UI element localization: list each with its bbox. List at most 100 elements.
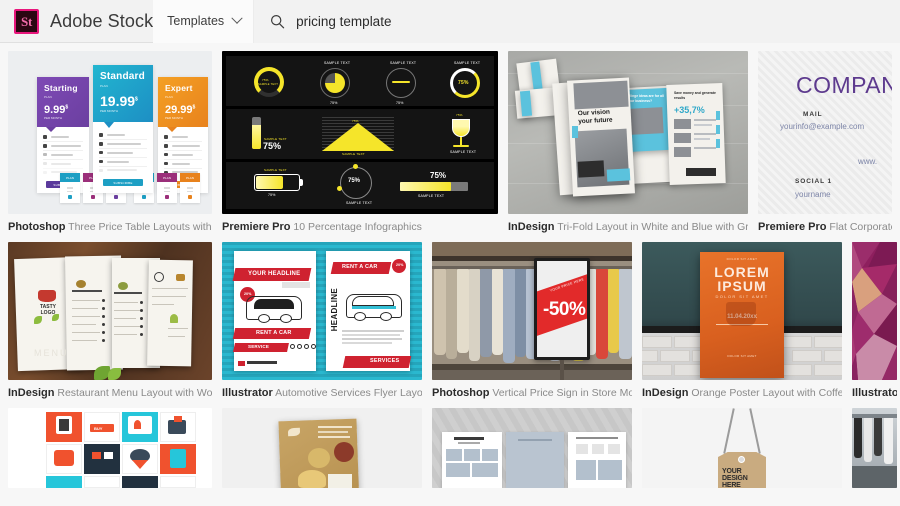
thumbnail-food-flyer[interactable] bbox=[222, 408, 422, 488]
result-card[interactable]: Illustrator bbox=[852, 242, 897, 400]
result-card[interactable]: YOUR HEADLINE 20% RENT A CAR SERVICE REN… bbox=[222, 242, 422, 400]
result-card[interactable] bbox=[222, 408, 422, 488]
tier-subscribe-button[interactable]: SUBSCRIBE bbox=[103, 179, 143, 187]
result-caption: Premiere Pro 10 Percentage Infographics bbox=[222, 220, 498, 234]
result-app-name: InDesign bbox=[8, 387, 55, 399]
result-card[interactable]: BUY bbox=[8, 408, 212, 488]
company-web-value: www. bbox=[858, 157, 878, 166]
result-title: Automotive Services Flyer Layout 4 bbox=[275, 387, 422, 399]
category-dropdown-label: Templates bbox=[167, 14, 225, 28]
adobe-stock-logo[interactable]: St bbox=[14, 8, 39, 34]
results-row-1: Starting PLAN 9.99$ PER MONTH SUBSCRIBE bbox=[8, 51, 892, 234]
auto-badge: 20% bbox=[396, 263, 404, 267]
result-card[interactable] bbox=[432, 408, 632, 488]
tier-period: PER MONTH bbox=[100, 109, 118, 113]
auto-banner-right: RENT A CAR bbox=[342, 264, 378, 270]
result-app-name: Illustrator bbox=[222, 387, 273, 399]
thumbnail-restaurant-menu[interactable]: TASTY LOGO MENU bbox=[8, 242, 212, 380]
chevron-down-icon bbox=[231, 12, 243, 24]
ring-label: SAMPLE TEXT bbox=[258, 83, 279, 86]
result-card[interactable]: 75% SAMPLE TEXT SAMPLE TEXT 75% SAMPLE T… bbox=[222, 51, 498, 234]
poster-line-2: IPSUM bbox=[717, 278, 767, 294]
low-poly-art bbox=[852, 242, 897, 380]
search-bar: Templates pricing template bbox=[153, 0, 900, 43]
tier-name: Expert bbox=[165, 83, 193, 93]
result-card[interactable]: TASTY LOGO MENU InDesign Restaurant Menu… bbox=[8, 242, 212, 400]
brand-area[interactable]: St Adobe Stock bbox=[0, 8, 154, 34]
result-card[interactable] bbox=[852, 408, 897, 488]
thumbnail-company-card[interactable]: COMPANY MAIL yourinfo@example.com www. S… bbox=[758, 51, 892, 214]
auto-footer-right: SERVICES bbox=[370, 358, 400, 364]
tag-line-3: HERE bbox=[722, 482, 741, 488]
thumbnail-low-poly[interactable] bbox=[852, 242, 897, 380]
ring-percent: 75% bbox=[458, 80, 469, 86]
result-card[interactable]: Ellinge ideas are for all your business?… bbox=[508, 51, 748, 234]
result-card[interactable]: YOUR PRICE HERE -50% Photoshop Vertical … bbox=[432, 242, 632, 400]
tag-line-1: YOUR bbox=[722, 468, 742, 475]
company-title: COMPANY bbox=[796, 72, 892, 98]
company-social-value: yourname bbox=[795, 190, 831, 199]
result-app-name: Photoshop bbox=[432, 387, 490, 399]
results-grid: Starting PLAN 9.99$ PER MONTH SUBSCRIBE bbox=[0, 43, 900, 488]
result-title: Vertical Price Sign in Store Mockup bbox=[492, 387, 632, 399]
result-app-name: Premiere Pro bbox=[758, 221, 827, 233]
tier-period: PER MONTH bbox=[44, 116, 62, 120]
thumbnail-store-price-sign[interactable]: YOUR PRICE HERE -50% bbox=[432, 242, 632, 380]
thumbnail-pricing-tables[interactable]: Starting PLAN 9.99$ PER MONTH SUBSCRIBE bbox=[8, 51, 212, 214]
auto-badge: 20% bbox=[244, 292, 252, 296]
glass-label: SAMPLE TEXT bbox=[450, 150, 477, 154]
tier-beak bbox=[104, 122, 114, 128]
brand-title: Adobe Stock bbox=[50, 10, 154, 31]
category-dropdown[interactable]: Templates bbox=[153, 0, 255, 43]
auto-headline-left: YOUR HEADLINE bbox=[248, 271, 301, 277]
ring-label: SAMPLE TEXT bbox=[324, 61, 351, 65]
result-card[interactable]: YOUR DESIGN HERE bbox=[642, 408, 842, 488]
thumbnail-clothes-hangers[interactable] bbox=[852, 408, 897, 488]
ring-label: SAMPLE TEXT bbox=[454, 61, 481, 65]
result-title: Flat Corporate Ti bbox=[829, 221, 892, 233]
poster-kicker: DOLOR SIT AMET bbox=[726, 257, 758, 261]
search-input[interactable]: pricing template bbox=[254, 0, 900, 43]
result-caption: Photoshop Vertical Price Sign in Store M… bbox=[432, 386, 632, 400]
ring-percent: 75% bbox=[348, 178, 361, 184]
tier-sub: PLAN bbox=[165, 95, 173, 99]
result-title: Three Price Table Layouts with Colorful … bbox=[68, 221, 212, 233]
thumbnail-orange-poster[interactable]: DOLOR SIT AMET LOREM IPSUM DOLOR SIT AME… bbox=[642, 242, 842, 380]
auto-sub-left: RENT A CAR bbox=[256, 330, 292, 336]
thumbnail-stationery-set[interactable] bbox=[432, 408, 632, 488]
sign-discount: -50% bbox=[543, 299, 586, 320]
result-title: Restaurant Menu Layout with Wooden... bbox=[57, 387, 212, 399]
thumbnail-hang-tag[interactable]: YOUR DESIGN HERE bbox=[642, 408, 842, 488]
trifold-headline-2: your future bbox=[578, 116, 613, 125]
thumbnail-trifold-brochure[interactable]: Ellinge ideas are for all your business?… bbox=[508, 51, 748, 214]
trifold-stat: +35,7% bbox=[674, 105, 705, 115]
thumbnail-flat-icons[interactable]: BUY bbox=[8, 408, 212, 488]
ring-label: SAMPLE TEXT bbox=[390, 61, 417, 65]
result-app-name: InDesign bbox=[642, 387, 689, 399]
result-caption: Premiere Pro Flat Corporate Ti bbox=[758, 220, 892, 234]
result-title: Orange Poster Layout with Coffee Cup ... bbox=[691, 387, 842, 399]
tier-price: 19.99$ bbox=[100, 93, 138, 109]
company-mail-label: MAIL bbox=[803, 111, 823, 118]
tag-line-2: DESIGN bbox=[722, 475, 748, 482]
chart-label: SAMPLE TEXT bbox=[342, 152, 365, 156]
result-card[interactable]: COMPANY MAIL yourinfo@example.com www. S… bbox=[758, 51, 892, 234]
company-social-label: SOCIAL 1 bbox=[795, 178, 833, 185]
tier-name: Standard bbox=[100, 71, 145, 82]
thumbnail-percentage-infographics[interactable]: 75% SAMPLE TEXT SAMPLE TEXT 75% SAMPLE T… bbox=[222, 51, 498, 214]
app-header: St Adobe Stock Templates pricing templat… bbox=[0, 0, 900, 43]
result-caption: InDesign Orange Poster Layout with Coffe… bbox=[642, 386, 842, 400]
thumbnail-automotive-flyer[interactable]: YOUR HEADLINE 20% RENT A CAR SERVICE REN… bbox=[222, 242, 422, 380]
result-card[interactable]: Starting PLAN 9.99$ PER MONTH SUBSCRIBE bbox=[8, 51, 212, 234]
icon-buy-label: BUY bbox=[94, 426, 103, 431]
menu-watermark: MENU bbox=[34, 348, 69, 358]
company-mail-value: yourinfo@example.com bbox=[780, 122, 865, 131]
ring-percent: 75% bbox=[262, 78, 269, 82]
tier-period: PER MONTH bbox=[165, 116, 183, 120]
tier-beak bbox=[167, 127, 177, 132]
result-card[interactable]: DOLOR SIT AMET LOREM IPSUM DOLOR SIT AME… bbox=[642, 242, 842, 400]
result-title: 10 Percentage Infographics bbox=[293, 221, 422, 233]
ring-label: SAMPLE TEXT bbox=[346, 201, 373, 205]
tier-sub: PLAN bbox=[100, 84, 108, 88]
glass-percent: 75% bbox=[456, 113, 463, 117]
